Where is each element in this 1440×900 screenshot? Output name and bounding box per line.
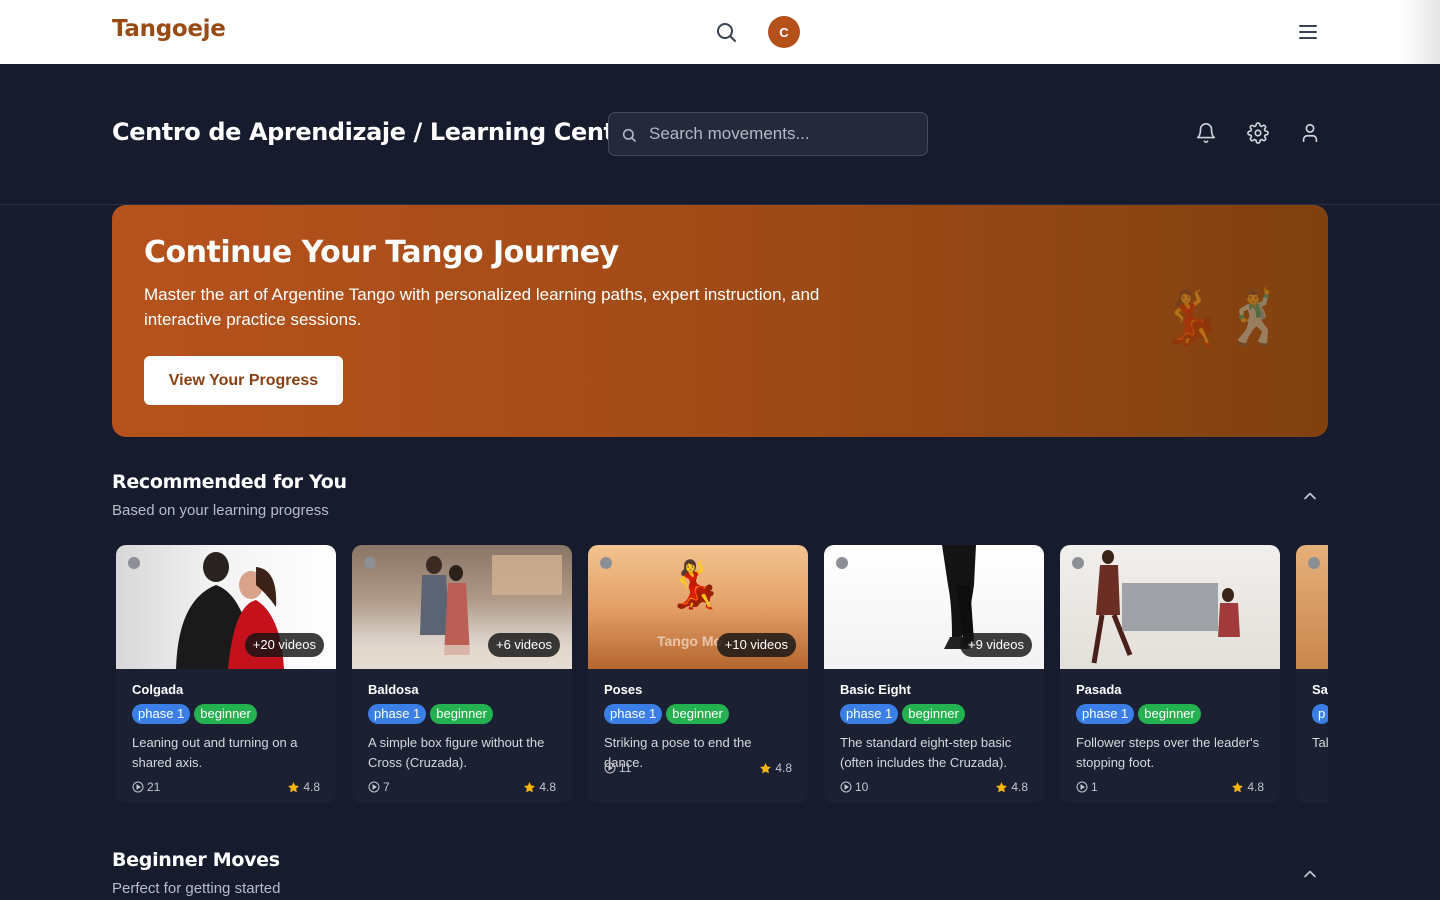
search-icon — [621, 127, 637, 143]
phase-tag: p — [1312, 704, 1328, 724]
hamburger-menu-icon[interactable] — [1296, 20, 1320, 44]
video-thumbnail[interactable] — [1060, 545, 1280, 669]
rating: 4.8 — [303, 780, 320, 794]
page-header: Centro de Aprendizaje / Learning Center — [0, 64, 1440, 205]
card-description: Tal pa — [1312, 735, 1328, 750]
status-dot — [1308, 557, 1320, 569]
dancers-illustration: 💃🕺 — [1158, 289, 1289, 347]
top-navbar: Tangoeje C — [0, 0, 1440, 64]
chevron-up-icon[interactable] — [1300, 486, 1320, 506]
movement-card[interactable]: 💃 Tango Mo +10 videos Poses phase 1 begi… — [588, 545, 808, 803]
movement-card[interactable]: Pasada phase 1 beginner Follower steps o… — [1060, 545, 1280, 803]
hero-description: Master the art of Argentine Tango with p… — [144, 285, 820, 329]
level-tag: beginner — [1138, 704, 1201, 724]
level-tag: beginner — [902, 704, 965, 724]
bell-icon[interactable] — [1195, 122, 1217, 144]
phase-tag: phase 1 — [840, 704, 899, 724]
video-thumbnail[interactable]: +9 videos — [824, 545, 1044, 669]
rating: 4.8 — [775, 761, 792, 775]
video-count: 21 — [147, 780, 161, 794]
card-description: A simple box figure without the Cross (C… — [368, 735, 545, 770]
card-title: Poses — [604, 682, 643, 697]
card-description: The standard eight-step basic (often inc… — [840, 735, 1012, 770]
star-icon — [524, 781, 536, 792]
status-dot — [600, 557, 612, 569]
chevron-up-icon[interactable] — [1300, 864, 1320, 884]
edge-shadow — [1400, 0, 1440, 64]
video-count-badge: +10 videos — [716, 633, 796, 657]
section-title-recommended: Recommended for You — [112, 471, 347, 493]
rating: 4.8 — [1247, 780, 1264, 794]
section-subtitle-beginner: Perfect for getting started — [112, 880, 281, 897]
star-icon — [1232, 781, 1244, 792]
video-count-badge: +20 videos — [244, 633, 324, 657]
video-thumbnail[interactable] — [1296, 545, 1328, 669]
card-title: Baldosa — [368, 682, 419, 697]
video-count: 7 — [383, 780, 390, 794]
thumbnail-art — [1091, 550, 1240, 664]
movement-card[interactable]: Sa p Tal pa — [1296, 545, 1328, 803]
play-icon — [840, 781, 852, 793]
card-description: Follower steps over the leader's stoppin… — [1076, 735, 1260, 770]
recommended-carousel[interactable]: +20 videos Colgada phase 1 beginner Lean… — [112, 541, 1328, 809]
status-dot — [364, 557, 376, 569]
video-count: 1 — [1091, 780, 1098, 794]
movement-card[interactable]: +20 videos Colgada phase 1 beginner Lean… — [116, 545, 336, 803]
level-tag: beginner — [666, 704, 729, 724]
video-count-badge: +6 videos — [487, 633, 560, 657]
video-count: 11 — [619, 761, 632, 775]
status-dot — [1072, 557, 1084, 569]
status-dot — [836, 557, 848, 569]
view-progress-button[interactable]: View Your Progress — [144, 356, 343, 405]
play-icon — [368, 781, 380, 793]
user-icon[interactable] — [1299, 122, 1321, 144]
avatar[interactable]: C — [768, 16, 800, 48]
level-tag: beginner — [430, 704, 493, 724]
card-title: Colgada — [132, 682, 184, 697]
hero-banner: Continue Your Tango Journey Master the a… — [112, 205, 1328, 437]
card-title: Sa — [1312, 682, 1328, 697]
phase-tag: phase 1 — [132, 704, 191, 724]
star-icon — [996, 781, 1008, 792]
phase-tag: phase 1 — [368, 704, 427, 724]
search-field[interactable] — [608, 112, 928, 156]
section-subtitle-recommended: Based on your learning progress — [112, 502, 329, 519]
card-description: Leaning out and turning on a shared axis… — [132, 735, 298, 770]
dancer-emoji: 💃 — [666, 558, 724, 610]
card-title: Basic Eight — [840, 682, 911, 697]
status-dot — [128, 557, 140, 569]
hero-title: Continue Your Tango Journey — [144, 235, 619, 270]
section-title-beginner: Beginner Moves — [112, 849, 280, 871]
search-icon[interactable] — [714, 20, 738, 44]
page-title: Centro de Aprendizaje / Learning Center — [112, 118, 642, 146]
phase-tag: phase 1 — [1076, 704, 1135, 724]
gear-icon[interactable] — [1247, 122, 1269, 144]
play-icon — [1076, 781, 1088, 793]
star-icon — [288, 781, 300, 792]
phase-tag: phase 1 — [604, 704, 663, 724]
star-icon — [760, 762, 772, 773]
movement-card[interactable]: +6 videos Baldosa phase 1 beginner A sim… — [352, 545, 572, 803]
play-icon — [132, 781, 144, 793]
video-count: 10 — [855, 780, 869, 794]
video-thumbnail[interactable]: 💃 Tango Mo +10 videos — [588, 545, 808, 669]
play-icon — [604, 762, 616, 774]
level-tag: beginner — [194, 704, 257, 724]
movement-card[interactable]: +9 videos Basic Eight phase 1 beginner T… — [824, 545, 1044, 803]
video-thumbnail[interactable]: +20 videos — [116, 545, 336, 669]
thumbnail-overlay-text: Tango Mo — [657, 633, 723, 649]
video-thumbnail[interactable]: +6 videos — [352, 545, 572, 669]
card-title: Pasada — [1076, 682, 1122, 697]
app-logo[interactable]: Tangoeje — [112, 16, 226, 42]
video-count-badge: +9 videos — [959, 633, 1032, 657]
rating: 4.8 — [539, 780, 556, 794]
search-input[interactable] — [649, 113, 919, 155]
rating: 4.8 — [1011, 780, 1028, 794]
